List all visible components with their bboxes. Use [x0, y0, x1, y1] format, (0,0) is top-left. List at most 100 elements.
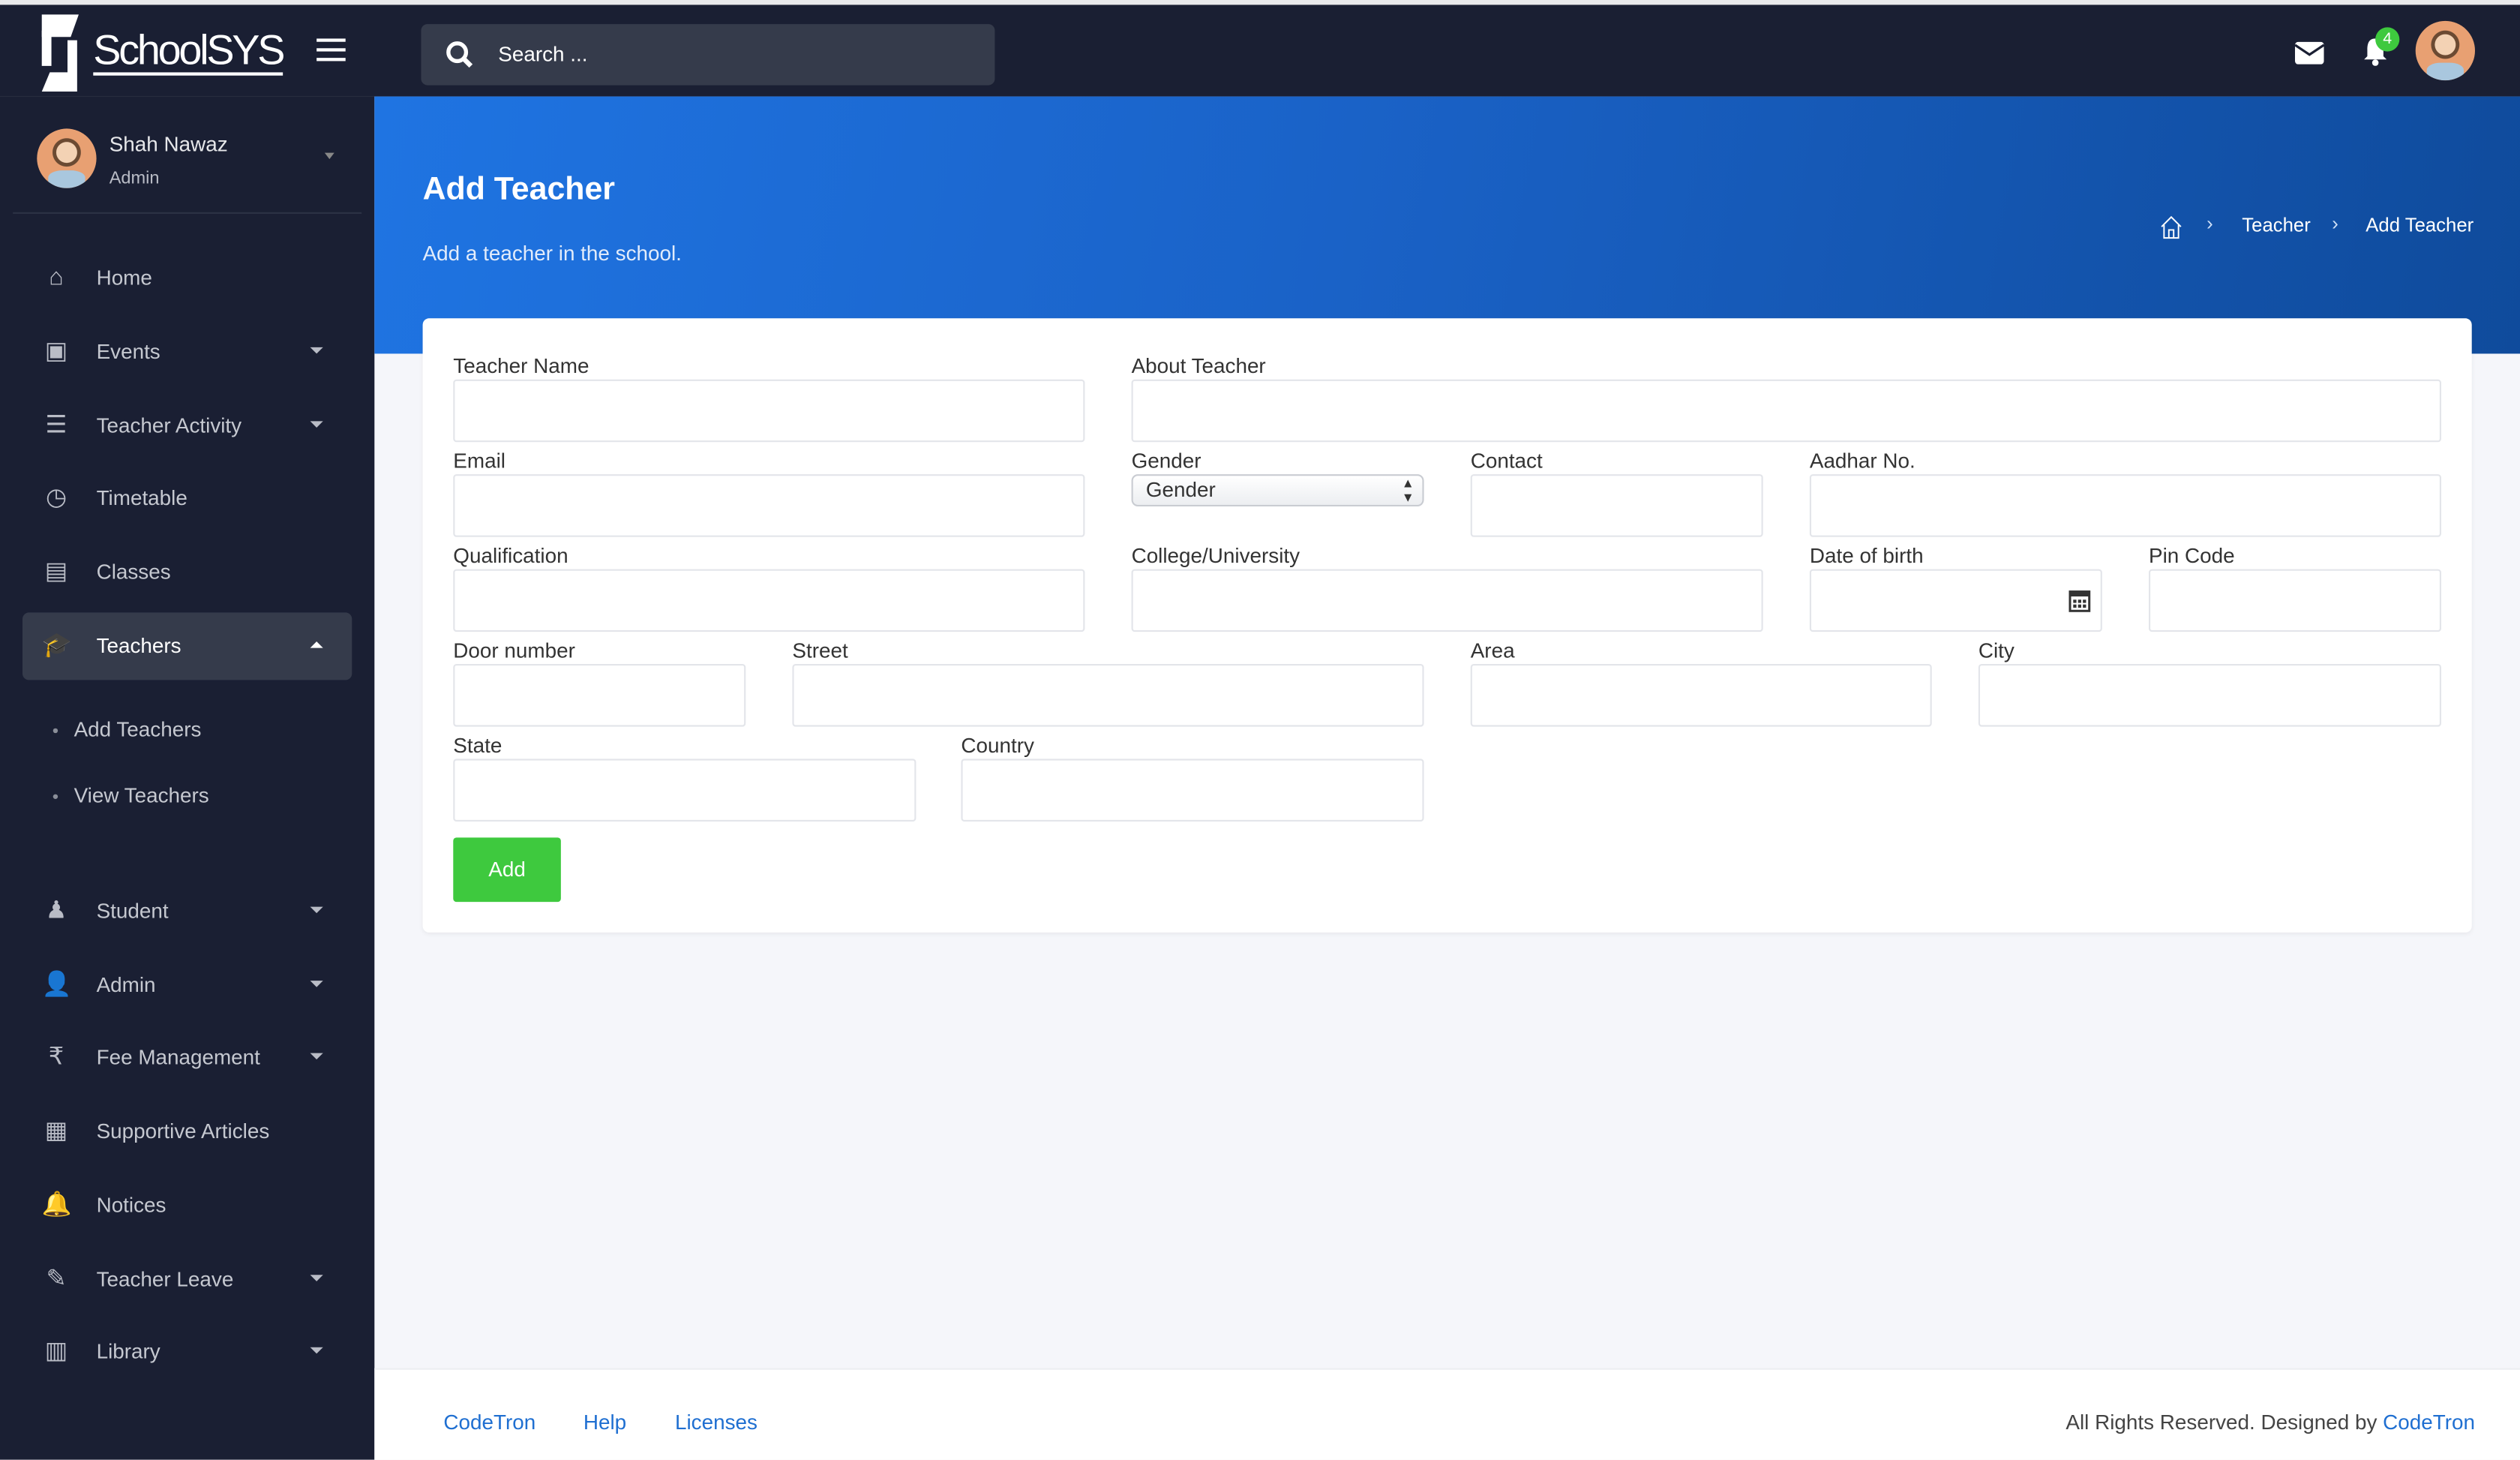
- sidebar-item-label: Library: [96, 1339, 160, 1364]
- sidebar-item-fee-management[interactable]: ₹ Fee Management: [22, 1024, 352, 1092]
- designer-link[interactable]: CodeTron: [2383, 1410, 2475, 1434]
- sidebar-item-home[interactable]: ⌂ Home: [22, 245, 352, 312]
- search-input[interactable]: Search ...: [421, 24, 995, 86]
- user-icon: 👤: [41, 971, 72, 999]
- breadcrumb-teacher[interactable]: Teacher: [2242, 214, 2311, 236]
- sidebar-item-label: Home: [96, 265, 152, 290]
- footer: CodeTron Help Licenses All Rights Reserv…: [374, 1368, 2520, 1460]
- street-input[interactable]: [792, 664, 1424, 727]
- contact-input[interactable]: [1470, 474, 1763, 537]
- sidebar-item-library[interactable]: ▥ Library: [22, 1318, 352, 1386]
- add-button[interactable]: Add: [453, 837, 561, 903]
- copyright: All Rights Reserved. Designed by CodeTro…: [2066, 1410, 2475, 1434]
- door-number-input[interactable]: [453, 664, 746, 727]
- newspaper-icon: ▦: [44, 1117, 68, 1145]
- caret-down-icon: [310, 1275, 323, 1281]
- mail-icon[interactable]: [2295, 41, 2324, 65]
- sidebar-item-notices[interactable]: 🔔 Notices: [22, 1172, 352, 1239]
- sidebar-item-events[interactable]: ▣ Events: [22, 318, 352, 386]
- qualification-label: Qualification: [453, 543, 568, 568]
- sidebar-item-admin[interactable]: 👤 Admin: [22, 952, 352, 1020]
- bell-icon: 🔔: [41, 1191, 72, 1219]
- teacher-name-input[interactable]: [453, 379, 1085, 443]
- college-university-input[interactable]: [1131, 569, 1763, 632]
- chevron-right-icon: ›: [2206, 212, 2213, 235]
- calendar-icon: ▣: [44, 338, 68, 365]
- sidebar-item-supportive-articles[interactable]: ▦ Supportive Articles: [22, 1098, 352, 1166]
- gender-select-value: Gender: [1145, 477, 1216, 502]
- sidebar-item-label: Events: [96, 339, 160, 364]
- caret-down-icon: [310, 981, 323, 987]
- graduation-cap-icon: 🎓: [41, 632, 72, 659]
- college-university-label: College/University: [1131, 543, 1300, 568]
- sidebar-item-teacher-leave[interactable]: ✎ Teacher Leave: [22, 1246, 352, 1314]
- state-label: State: [453, 733, 502, 758]
- home-icon[interactable]: [2158, 214, 2184, 239]
- search-icon: [446, 41, 473, 68]
- home-icon: ⌂: [49, 263, 64, 291]
- qualification-input[interactable]: [453, 569, 1085, 632]
- area-label: Area: [1470, 638, 1515, 662]
- caret-down-icon: [310, 347, 323, 354]
- page-subtitle: Add a teacher in the school.: [422, 241, 682, 266]
- sidebar-item-classes[interactable]: ▤ Classes: [22, 539, 352, 606]
- search-placeholder: Search ...: [498, 41, 588, 66]
- about-teacher-input[interactable]: [1131, 379, 2441, 443]
- user-avatar: [37, 128, 97, 188]
- date-of-birth-input[interactable]: [1809, 569, 2102, 632]
- sidebar-item-label: Teacher Activity: [96, 413, 242, 437]
- caret-down-icon: [310, 1347, 323, 1354]
- book-icon: ▥: [44, 1337, 68, 1365]
- app: SchoolSYS Search ... 4 Shah Nawaz Admin …: [0, 0, 2520, 1460]
- footer-link-help[interactable]: Help: [584, 1410, 626, 1434]
- country-input[interactable]: [961, 759, 1424, 822]
- header-avatar[interactable]: [2415, 20, 2475, 81]
- email-label: Email: [453, 448, 506, 473]
- pin-code-input[interactable]: [2149, 569, 2441, 632]
- aadhar-no-label: Aadhar No.: [1809, 448, 1916, 473]
- footer-link-licenses[interactable]: Licenses: [675, 1410, 758, 1434]
- sidebar-item-label: Notices: [96, 1193, 166, 1218]
- sidebar-subitem-add-teachers[interactable]: Add Teachers: [52, 717, 201, 741]
- logo-text[interactable]: SchoolSYS: [93, 27, 285, 76]
- student-icon: ♟: [45, 897, 68, 925]
- tasks-icon: ☰: [45, 411, 68, 439]
- sidebar-item-teacher-activity[interactable]: ☰ Teacher Activity: [22, 392, 352, 460]
- sidebar-item-timetable[interactable]: ◷ Timetable: [22, 464, 352, 532]
- user-menu-caret-icon[interactable]: [324, 152, 334, 160]
- sidebar-item-label: Classes: [96, 559, 171, 584]
- caret-up-icon: [310, 641, 323, 648]
- state-input[interactable]: [453, 759, 916, 822]
- sidebar-item-label: Supportive Articles: [96, 1119, 270, 1143]
- sidebar-item-label: Student: [96, 898, 169, 923]
- sidebar-item-student[interactable]: ♟ Student: [22, 878, 352, 945]
- about-teacher-label: About Teacher: [1131, 353, 1266, 378]
- area-input[interactable]: [1470, 664, 1932, 727]
- country-label: Country: [961, 733, 1034, 758]
- chevron-right-icon: ›: [2332, 212, 2338, 235]
- user-name[interactable]: Shah Nawaz: [110, 132, 228, 156]
- aadhar-no-input[interactable]: [1809, 474, 2441, 537]
- city-input[interactable]: [1978, 664, 2441, 727]
- calendar-icon[interactable]: [2068, 588, 2091, 612]
- footer-link-codetron[interactable]: CodeTron: [443, 1410, 536, 1434]
- city-label: City: [1978, 638, 2014, 662]
- sidebar-item-label: Timetable: [96, 485, 188, 510]
- chalkboard-icon: ▤: [44, 557, 68, 585]
- select-arrows-icon: ▲ ▼: [1401, 476, 1414, 505]
- pin-code-label: Pin Code: [2149, 543, 2235, 568]
- sidebar-item-label: Admin: [96, 972, 156, 997]
- menu-icon[interactable]: [316, 38, 346, 62]
- street-label: Street: [792, 638, 848, 662]
- sidebar-item-label: Fee Management: [96, 1044, 260, 1069]
- notification-badge: 4: [2375, 27, 2400, 52]
- sidebar-item-teachers[interactable]: 🎓 Teachers: [22, 612, 352, 680]
- copyright-text: All Rights Reserved. Designed by: [2066, 1410, 2378, 1434]
- sidebar: Shah Nawaz Admin ⌂ Home ▣ Events ☰ Teacher Ac…: [0, 96, 375, 1460]
- email-input[interactable]: [453, 474, 1085, 537]
- gender-label: Gender: [1131, 448, 1202, 473]
- caret-down-icon: [310, 421, 323, 428]
- sidebar-subitem-view-teachers[interactable]: View Teachers: [52, 783, 209, 807]
- caret-down-icon: [310, 1053, 323, 1060]
- gender-select[interactable]: Gender ▲ ▼: [1131, 474, 1424, 506]
